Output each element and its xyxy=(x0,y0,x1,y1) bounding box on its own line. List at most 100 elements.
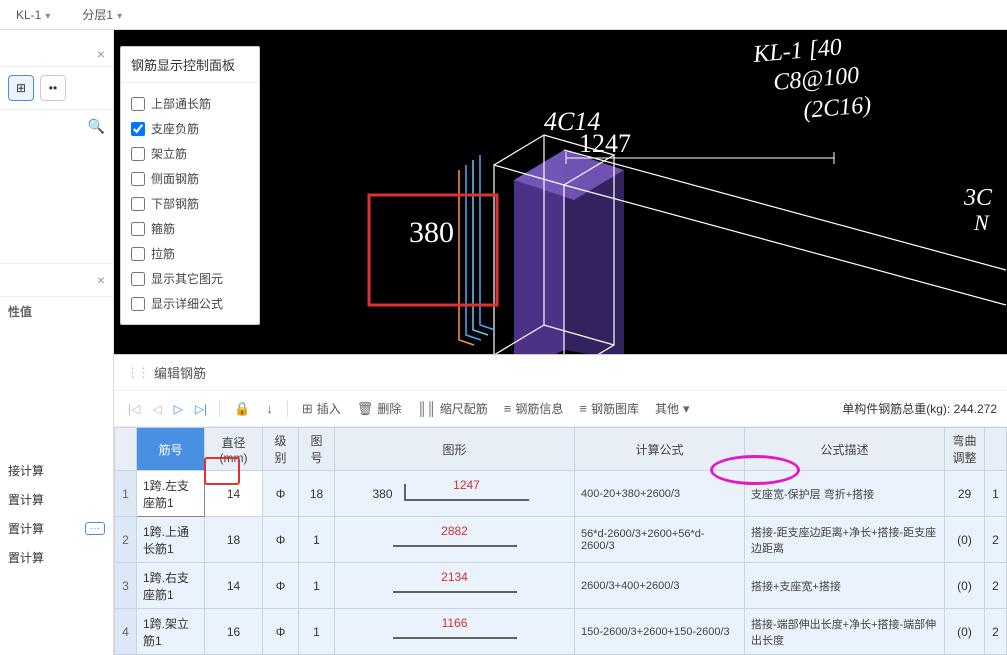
table-row[interactable]: 4 1跨.架立筋1 16 Φ 1 1166 150-2600/3+2600+15… xyxy=(115,609,1007,655)
rebar-table[interactable]: 筋号 直径(mm) 级别 图号 图形 计算公式 公式描述 弯曲调整 1 1跨.左… xyxy=(114,427,1007,655)
export-button[interactable]: ↓ xyxy=(260,398,279,419)
cell-desc[interactable]: 搭接-端部伸出长度+净长+搭接-端部伸出长度 xyxy=(745,609,945,655)
cell-formula[interactable]: 2600/3+400+2600/3 xyxy=(575,563,745,609)
cell-shape[interactable]: 2134 xyxy=(335,563,575,609)
more-icon[interactable]: ··· xyxy=(85,522,105,535)
cell-diameter[interactable]: 14 xyxy=(205,471,263,517)
cell-bend[interactable]: (0) xyxy=(945,563,985,609)
cell-shape-id[interactable]: 1 xyxy=(299,563,335,609)
cell-shape-id[interactable]: 1 xyxy=(299,517,335,563)
library-button[interactable]: ≡钢筋图库 xyxy=(573,397,645,420)
table-row[interactable]: 3 1跨.右支座筋1 14 Φ 1 2134 2600/3+400+2600/3… xyxy=(115,563,1007,609)
export-icon: ↓ xyxy=(266,401,273,416)
sidebar-item-calc4[interactable]: 置计算 xyxy=(0,543,113,572)
cell-shape[interactable]: 1166 xyxy=(335,609,575,655)
sidebar-item-calc3[interactable]: 置计算··· xyxy=(0,514,113,543)
row-number: 3 xyxy=(115,563,137,609)
delete-icon: 🗑 xyxy=(357,401,374,417)
lock-icon: 🔒 xyxy=(234,401,250,417)
check-other-elem[interactable]: 显示其它图元 xyxy=(131,266,249,291)
info-button[interactable]: ≡钢筋信息 xyxy=(498,397,570,420)
cell-bend[interactable]: (0) xyxy=(945,609,985,655)
scale-icon: ║║ xyxy=(417,401,435,416)
col-shape[interactable]: 图形 xyxy=(335,428,575,471)
sidebar-item-calc1[interactable]: 接计算 xyxy=(0,456,113,485)
cell-bend[interactable]: 29 xyxy=(945,471,985,517)
check-support-neg[interactable]: 支座负筋 xyxy=(131,116,249,141)
cell-level[interactable]: Φ xyxy=(263,471,299,517)
cell-shape[interactable]: 380 1247 xyxy=(335,471,575,517)
sidebar-item-calc2[interactable]: 置计算 xyxy=(0,485,113,514)
close-icon[interactable]: × xyxy=(97,272,105,288)
cell-diameter[interactable]: 14 xyxy=(205,563,263,609)
other-button[interactable]: 其他 ▾ xyxy=(649,397,696,420)
left-sidebar: × ⊞ •• 🔍 × 性值 接计算 置计算 置计算··· 置计算 xyxy=(0,30,114,655)
tool-layout-button[interactable]: ⊞ xyxy=(8,75,34,101)
cell-diameter[interactable]: 16 xyxy=(205,609,263,655)
cell-last[interactable]: 2 xyxy=(985,609,1007,655)
check-side[interactable]: 侧面钢筋 xyxy=(131,166,249,191)
sidebar-section-header: 性值 xyxy=(0,297,113,326)
cell-formula[interactable]: 56*d-2600/3+2600+56*d-2600/3 xyxy=(575,517,745,563)
3d-viewport[interactable]: 钢筋显示控制面板 上部通长筋 支座负筋 架立筋 侧面钢筋 下部钢筋 箍筋 拉筋 … xyxy=(114,30,1007,354)
cell-name[interactable]: 1跨.上通长筋1 xyxy=(137,517,205,563)
nav-last-icon[interactable]: ▷| xyxy=(191,402,211,416)
cell-level[interactable]: Φ xyxy=(263,609,299,655)
check-erect[interactable]: 架立筋 xyxy=(131,141,249,166)
tab-kl1[interactable]: KL-1▾ xyxy=(8,4,58,26)
cell-name[interactable]: 1跨.右支座筋1 xyxy=(137,563,205,609)
cell-last[interactable]: 2 xyxy=(985,517,1007,563)
cell-shape-id[interactable]: 1 xyxy=(299,609,335,655)
top-bar: KL-1▾ 分层1▾ xyxy=(0,0,1007,30)
cell-name[interactable]: 1跨.架立筋1 xyxy=(137,609,205,655)
table-row[interactable]: 1 1跨.左支座筋1 14 Φ 18 380 1247 400-20+380+2… xyxy=(115,471,1007,517)
insert-icon: ⊞ xyxy=(302,401,313,417)
library-icon: ≡ xyxy=(579,401,587,416)
tab-layer[interactable]: 分层1▾ xyxy=(74,2,130,27)
cell-desc[interactable]: 搭接+支座宽+搭接 xyxy=(745,563,945,609)
search-icon[interactable]: 🔍 xyxy=(88,118,105,135)
scale-button[interactable]: ║║缩尺配筋 xyxy=(411,397,493,420)
close-icon[interactable]: × xyxy=(97,46,105,62)
table-row[interactable]: 2 1跨.上通长筋1 18 Φ 1 2882 56*d-2600/3+2600+… xyxy=(115,517,1007,563)
check-bottom[interactable]: 下部钢筋 xyxy=(131,191,249,216)
col-level[interactable]: 级别 xyxy=(263,428,299,471)
cell-desc[interactable]: 搭接-距支座边距离+净长+搭接-距支座边距离 xyxy=(745,517,945,563)
col-shape-id[interactable]: 图号 xyxy=(299,428,335,471)
nav-prev-icon[interactable]: ◁ xyxy=(148,402,165,416)
cell-name[interactable]: 1跨.左支座筋1 xyxy=(137,471,205,517)
cell-formula[interactable]: 400-20+380+2600/3 xyxy=(575,471,745,517)
cell-bend[interactable]: (0) xyxy=(945,517,985,563)
check-tie[interactable]: 拉筋 xyxy=(131,241,249,266)
cell-level[interactable]: Φ xyxy=(263,517,299,563)
cell-last[interactable]: 1 xyxy=(985,471,1007,517)
check-top-long[interactable]: 上部通长筋 xyxy=(131,91,249,116)
tool-more-button[interactable]: •• xyxy=(40,75,66,101)
cell-shape-id[interactable]: 18 xyxy=(299,471,335,517)
rebar-edit-panel: ⋮⋮ 编辑钢筋 |◁ ◁ ▷ ▷| 🔒 ↓ ⊞插入 🗑删除 ║║缩尺配筋 ≡钢筋… xyxy=(114,354,1007,655)
drag-handle-icon[interactable]: ⋮⋮ xyxy=(126,365,148,381)
cell-shape[interactable]: 2882 xyxy=(335,517,575,563)
lock-button[interactable]: 🔒 xyxy=(228,398,256,420)
weight-display: 单构件钢筋总重(kg): 244.272 xyxy=(842,400,997,417)
col-desc[interactable]: 公式描述 xyxy=(745,428,945,471)
check-detail-formula[interactable]: 显示详细公式 xyxy=(131,291,249,316)
cell-formula[interactable]: 150-2600/3+2600+150-2600/3 xyxy=(575,609,745,655)
nav-next-icon[interactable]: ▷ xyxy=(170,402,187,416)
cell-diameter[interactable]: 18 xyxy=(205,517,263,563)
col-bend[interactable]: 弯曲调整 xyxy=(945,428,985,471)
cell-last[interactable]: 2 xyxy=(985,563,1007,609)
col-diameter[interactable]: 直径(mm) xyxy=(205,428,263,471)
label-4c14: 4C14 xyxy=(544,107,600,136)
check-stirrup[interactable]: 箍筋 xyxy=(131,216,249,241)
col-formula[interactable]: 计算公式 xyxy=(575,428,745,471)
svg-text:(2C16): (2C16) xyxy=(802,92,872,124)
col-name[interactable]: 筋号 xyxy=(137,428,205,471)
nav-first-icon[interactable]: |◁ xyxy=(124,402,144,416)
delete-button[interactable]: 🗑删除 xyxy=(351,397,408,420)
insert-button[interactable]: ⊞插入 xyxy=(296,397,347,420)
cell-desc[interactable]: 支座宽-保护层 弯折+搭接 xyxy=(745,471,945,517)
cell-level[interactable]: Φ xyxy=(263,563,299,609)
info-icon: ≡ xyxy=(504,401,512,416)
row-number: 1 xyxy=(115,471,137,517)
